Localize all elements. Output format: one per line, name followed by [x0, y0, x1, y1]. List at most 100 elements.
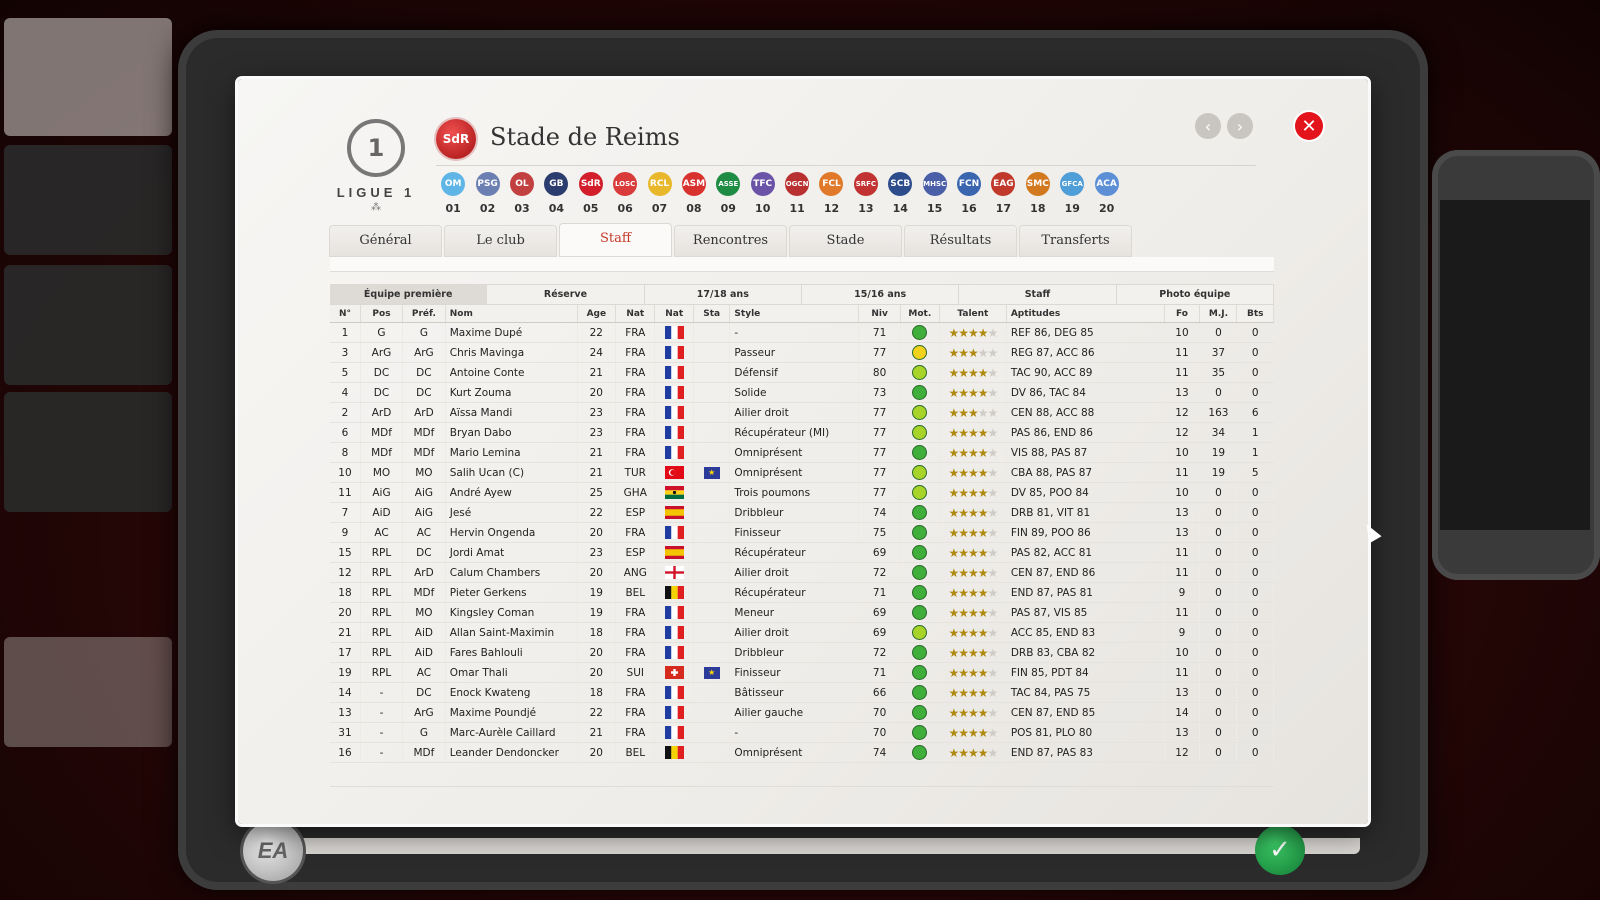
player-name[interactable]: Kurt Zouma — [445, 382, 578, 403]
club-crest-icon[interactable]: PSG — [475, 172, 500, 196]
table-row[interactable]: 2 ArD ArD Aïssa Mandi 23 FRA Ailier droit 77 ★★★… — [330, 402, 1274, 423]
player-name[interactable]: Allan Saint-Maximin — [445, 622, 578, 643]
player-name[interactable]: Omar Thali — [445, 662, 578, 683]
table-row[interactable]: 17 RPL AiD Fares Bahlouli 20 FRA Dribbleur 72 ★★… — [330, 642, 1274, 663]
table-row[interactable]: 21 RPL AiD Allan Saint-Maximin 18 FRA Ailier d… — [330, 622, 1274, 643]
player-name[interactable]: Pieter Gerkens — [445, 582, 578, 603]
table-row[interactable]: 31- G Marc-Aurèle Caillard 21 FRA -70 ★★★★★ POS… — [330, 722, 1274, 743]
tab-staff[interactable]: Staff — [560, 224, 671, 256]
table-row[interactable]: 16- MDf Leander Dendoncker 20 BEL Omniprésent… — [330, 742, 1274, 763]
club-slot[interactable]: OL 03 — [505, 169, 539, 215]
club-crest-icon[interactable]: OGCN — [785, 172, 810, 196]
table-row[interactable]: 5 DC DC Antoine Conte 21 FRA Défensif 80 ★★★★★ TA… — [330, 362, 1274, 383]
column-header[interactable]: M.J. — [1199, 305, 1238, 323]
column-header[interactable]: N° — [330, 305, 361, 323]
player-name[interactable]: Antoine Conte — [445, 362, 578, 383]
club-slot[interactable]: RCL 07 — [642, 169, 676, 215]
club-slot[interactable]: FCN 16 — [952, 169, 986, 215]
club-slot[interactable]: ASM 08 — [677, 169, 711, 215]
subtab[interactable]: 15/16 ans — [801, 284, 960, 305]
club-crest-icon[interactable]: TFC — [750, 172, 775, 196]
player-name[interactable]: Salih Ucan (C) — [445, 462, 578, 483]
club-crest-icon[interactable]: ASM — [681, 172, 706, 196]
club-slot[interactable]: LOSC 06 — [608, 169, 642, 215]
table-row[interactable]: 18 RPL MDf Pieter Gerkens 19 BEL Récupérateur 7… — [330, 582, 1274, 603]
player-name[interactable]: Maxime Poundjé — [445, 702, 578, 723]
table-row[interactable]: 12 RPL ArD Calum Chambers 20 ANG Ailier droit 7… — [330, 562, 1274, 583]
player-name[interactable]: Chris Mavinga — [445, 342, 578, 363]
player-name[interactable]: Fares Bahlouli — [445, 642, 578, 663]
club-crest-icon[interactable]: SRFC — [853, 172, 878, 196]
club-crest-icon[interactable]: SMC — [1025, 172, 1050, 196]
player-name[interactable]: Hervin Ongenda — [445, 522, 578, 543]
column-header[interactable]: Préf. — [402, 305, 446, 323]
player-name[interactable]: Leander Dendoncker — [445, 742, 578, 763]
tab-transferts[interactable]: Transferts — [1020, 226, 1131, 256]
table-row[interactable]: 13- ArG Maxime Poundjé 22 FRA Ailier gauche 70… — [330, 702, 1274, 723]
club-crest-icon[interactable]: ASSE — [716, 172, 741, 196]
table-row[interactable]: 4 DC DC Kurt Zouma 20 FRA Solide 73 ★★★★★ DV 86, … — [330, 382, 1274, 403]
player-name[interactable]: André Ayew — [445, 482, 578, 503]
tab-rencontres[interactable]: Rencontres — [675, 226, 786, 256]
table-row[interactable]: 6 MDf MDf Bryan Dabo 23 FRA Récupérateur (MI) 7… — [330, 422, 1274, 443]
club-slot[interactable]: SRFC 13 — [849, 169, 883, 215]
club-crest-icon[interactable]: OL — [509, 172, 534, 196]
column-header[interactable]: Talent — [939, 305, 1007, 323]
table-row[interactable]: 15 RPL DC Jordi Amat 23 ESP Récupérateur 69 ★★★★… — [330, 542, 1274, 563]
column-header[interactable]: Style — [729, 305, 860, 323]
club-slot[interactable]: SMC 18 — [1021, 169, 1055, 215]
column-header[interactable]: Pos — [360, 305, 404, 323]
player-name[interactable]: Jesé — [445, 502, 578, 523]
tab-stade[interactable]: Stade — [790, 226, 901, 256]
club-slot[interactable]: OGCN 11 — [780, 169, 814, 215]
table-row[interactable]: 10 MO MO Salih Ucan (C) 21 TUR ★ Omniprésent 77 ★… — [330, 462, 1274, 483]
next-club-button[interactable]: › — [1227, 113, 1253, 139]
player-name[interactable]: Kingsley Coman — [445, 602, 578, 623]
table-row[interactable]: 9 AC AC Hervin Ongenda 20 FRA Finisseur 75 ★★★★★… — [330, 522, 1274, 543]
column-header[interactable]: Mot. — [900, 305, 940, 323]
club-slot[interactable]: GFCA 19 — [1055, 169, 1089, 215]
tab-g-n-ral[interactable]: Général — [330, 226, 441, 256]
club-crest-icon[interactable]: LOSC — [613, 172, 638, 196]
club-crest-icon[interactable]: ACA — [1094, 172, 1119, 196]
player-name[interactable]: Calum Chambers — [445, 562, 578, 583]
tab-le-club[interactable]: Le club — [445, 226, 556, 256]
column-header[interactable]: Niv — [858, 305, 901, 323]
player-name[interactable]: Maxime Dupé — [445, 322, 578, 343]
subtab[interactable]: Équipe première — [330, 284, 488, 305]
club-slot[interactable]: SdR 05 — [574, 169, 608, 215]
club-slot[interactable]: MHSC 15 — [917, 169, 951, 215]
table-row[interactable]: 1 G G Maxime Dupé 22 FRA -71 ★★★★★ REF 86, DEG 8… — [330, 322, 1274, 343]
close-button[interactable]: ✕ — [1295, 112, 1323, 140]
table-row[interactable]: 3 ArG ArG Chris Mavinga 24 FRA Passeur 77 ★★★★★ R… — [330, 342, 1274, 363]
table-row[interactable]: 20 RPL MO Kingsley Coman 19 FRA Meneur 69 ★★★★★ P… — [330, 602, 1274, 623]
column-header[interactable]: Nom — [445, 305, 578, 323]
column-header[interactable]: Age — [577, 305, 617, 323]
club-slot[interactable]: EAG 17 — [986, 169, 1020, 215]
club-slot[interactable]: FCL 12 — [814, 169, 848, 215]
column-header[interactable]: Nat — [654, 305, 694, 323]
table-row[interactable]: 11 AiG AiG André Ayew 25 GHA Trois poumons 77 ★★… — [330, 482, 1274, 503]
player-name[interactable]: Enock Kwateng — [445, 682, 578, 703]
club-crest-icon[interactable]: EAG — [991, 172, 1016, 196]
subtab[interactable]: Staff — [959, 284, 1117, 305]
subtab[interactable]: Réserve — [487, 284, 645, 305]
column-header[interactable]: Sta — [693, 305, 731, 323]
club-slot[interactable]: GB 04 — [539, 169, 573, 215]
player-name[interactable]: Marc-Aurèle Caillard — [445, 722, 578, 743]
column-header[interactable]: Bts — [1236, 305, 1274, 323]
column-header[interactable]: Fo — [1164, 305, 1201, 323]
player-name[interactable]: Jordi Amat — [445, 542, 578, 563]
table-row[interactable]: 14- DC Enock Kwateng 18 FRA Bâtisseur 66 ★★★★★ T… — [330, 682, 1274, 703]
confirm-button[interactable]: ✓ — [1255, 825, 1305, 875]
club-crest-icon[interactable]: GB — [544, 172, 569, 196]
club-crest-icon[interactable]: FCN — [957, 172, 982, 196]
club-slot[interactable]: TFC 10 — [746, 169, 780, 215]
player-name[interactable]: Aïssa Mandi — [445, 402, 578, 423]
column-header[interactable]: Aptitudes — [1006, 305, 1165, 323]
table-row[interactable]: 8 MDf MDf Mario Lemina 21 FRA Omniprésent 77 ★★★… — [330, 442, 1274, 463]
club-crest-icon[interactable]: MHSC — [922, 172, 947, 196]
club-crest-icon[interactable]: GFCA — [1060, 172, 1085, 196]
column-header[interactable]: Nat — [615, 305, 656, 323]
club-crest-icon[interactable]: FCL — [819, 172, 844, 196]
